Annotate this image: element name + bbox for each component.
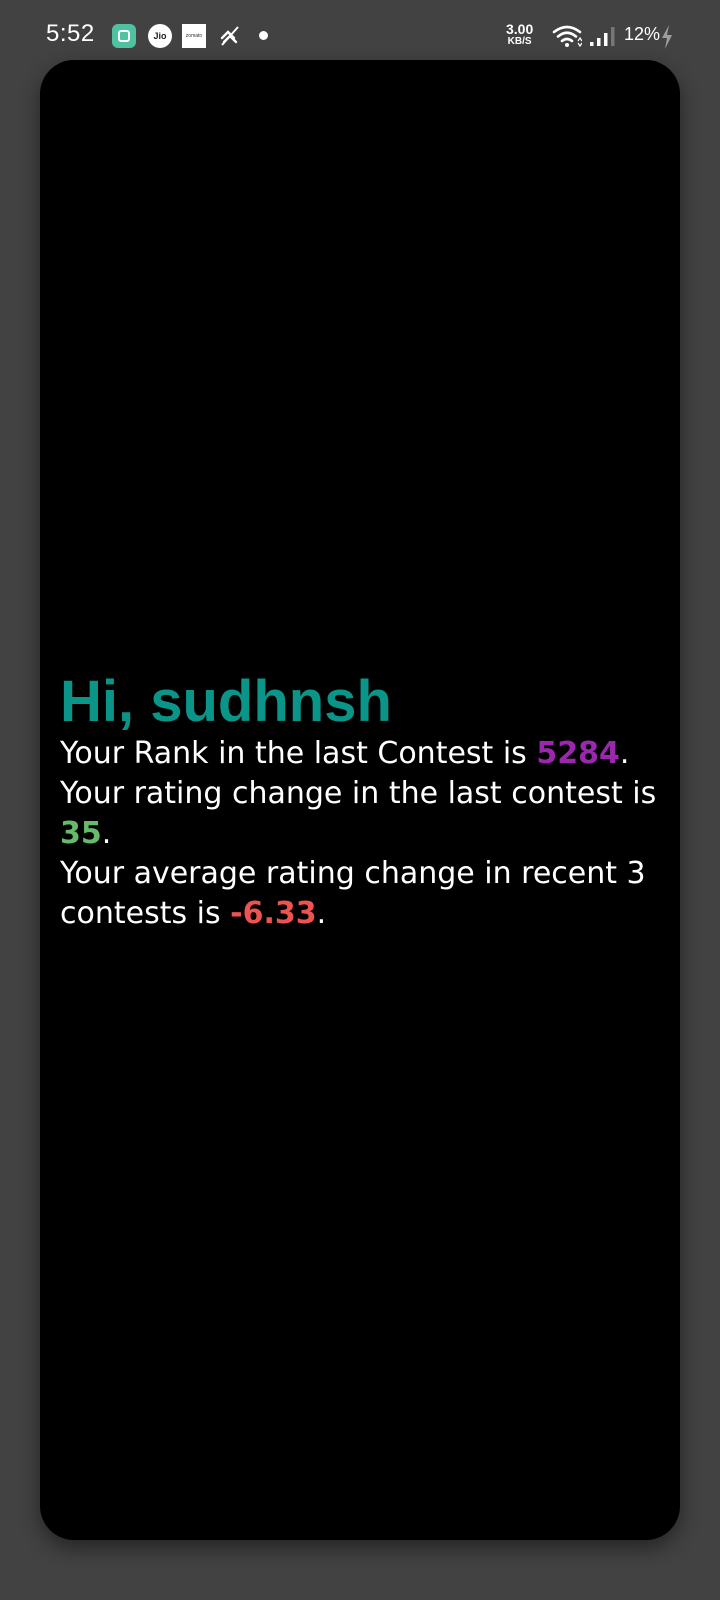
rating-change-suffix: . [101,816,112,851]
notification-dot-icon [259,31,268,40]
signal-icon [590,27,615,46]
status-time: 5:52 [46,20,95,47]
rank-line: Your Rank in the last Contest is 5284. [60,734,660,774]
rating-change-prefix: Your rating change in the last contest i… [60,776,657,811]
avg-rating-change-value: -6.33 [230,896,317,931]
rating-change-line: Your rating change in the last contest i… [60,774,660,854]
app-icon [112,24,136,48]
muted-icon [218,24,242,48]
rank-value: 5284 [536,736,620,771]
wifi-icon [552,25,582,48]
charging-bolt-icon [662,25,672,49]
greeting-title: Hi, sudhnsh [60,669,392,734]
app-card: Hi, sudhnsh Your Rank in the last Contes… [40,60,680,1540]
rank-suffix: . [619,736,630,771]
avg-rating-change-suffix: . [316,896,327,931]
network-speed-unit: KB/S [507,36,532,47]
rank-prefix: Your Rank in the last Contest is [60,736,537,771]
avg-rating-change-line: Your average rating change in recent 3 c… [60,854,660,934]
avg-rating-change-prefix: Your average rating change in recent 3 c… [60,856,646,931]
zomato-icon: zomato [182,24,206,48]
network-speed-value: 3.00 [506,21,534,37]
rating-change-value: 35 [60,816,102,851]
network-speed: 3.00 KB/S [506,22,533,47]
jio-icon: Jio [148,24,172,48]
stats-text: Your Rank in the last Contest is 5284. Y… [60,734,660,934]
stats-content: Hi, sudhnsh Your Rank in the last Contes… [60,670,660,934]
battery-percent: 12% [624,24,661,44]
